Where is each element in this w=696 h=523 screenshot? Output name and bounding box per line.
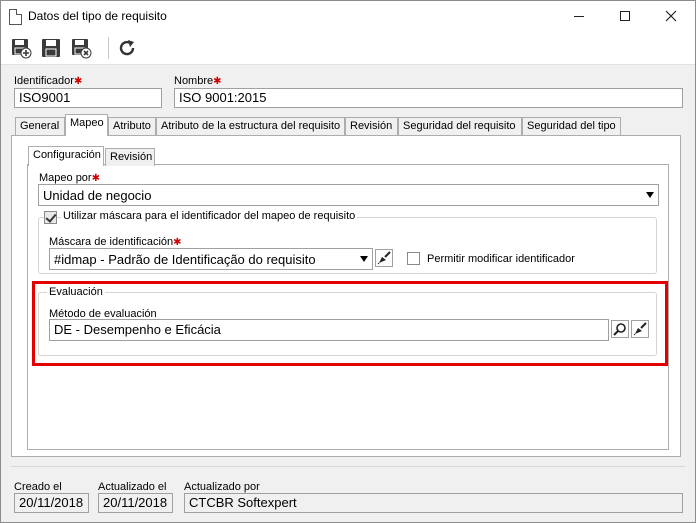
nombre-label: Nombre✱ — [174, 75, 222, 87]
chevron-down-icon — [360, 256, 368, 262]
toolbar — [1, 31, 695, 65]
save-icon — [42, 39, 60, 57]
tab-atributo-estructura[interactable]: Atributo de la estructura del requisito — [156, 117, 345, 135]
save-button[interactable] — [39, 36, 63, 60]
save-plus-icon — [12, 39, 32, 59]
mapeo-por-value: Unidad de negocio — [43, 188, 152, 203]
permitir-checkbox[interactable] — [407, 252, 420, 265]
nombre-field[interactable]: ISO 9001:2015 — [174, 88, 683, 108]
save-new-button[interactable] — [9, 36, 33, 60]
maximize-button[interactable] — [602, 1, 648, 31]
permitir-label: Permitir modificar identificador — [427, 253, 575, 265]
title-bar: Datos del tipo de requisito — [1, 1, 695, 31]
mapeo-por-select[interactable]: Unidad de negocio — [38, 184, 659, 206]
chevron-down-icon — [646, 192, 654, 198]
actualizado-label: Actualizado el — [98, 481, 167, 493]
required-icon: ✱ — [73, 76, 83, 87]
mask-checkbox-label: Utilizar máscara para el identificador d… — [61, 210, 358, 222]
actualizado-field: 20/11/2018 — [98, 493, 173, 513]
mascara-label: Máscara de identificación✱ — [49, 236, 182, 248]
minimize-icon — [574, 15, 584, 17]
creado-label: Creado el — [14, 481, 62, 493]
mapeo-por-label: Mapeo por✱ — [39, 172, 100, 184]
tab-mapeo[interactable]: Mapeo — [65, 114, 108, 136]
mascara-clear-button[interactable] — [375, 249, 393, 267]
mascara-select[interactable]: #idmap - Padrão de Identificação do requ… — [49, 248, 373, 270]
mascara-value: #idmap - Padrão de Identificação do requ… — [54, 252, 316, 267]
subtab-revision[interactable]: Revisión — [105, 148, 155, 166]
footer-separator — [11, 466, 685, 467]
tab-atributo[interactable]: Atributo — [108, 117, 156, 135]
identificador-field[interactable]: ISO9001 — [14, 88, 162, 108]
maximize-icon — [620, 11, 630, 21]
minimize-button[interactable] — [556, 1, 602, 31]
required-icon: ✱ — [91, 173, 100, 184]
eraser-icon — [377, 251, 391, 265]
tab-general[interactable]: General — [15, 117, 65, 135]
refresh-icon — [119, 40, 135, 56]
close-icon — [665, 10, 677, 22]
required-icon: ✱ — [213, 76, 222, 87]
actualizado-por-field: CTCBR Softexpert — [184, 493, 683, 513]
save-close-button[interactable] — [69, 36, 93, 60]
highlight-box — [32, 281, 668, 366]
subtab-configuracion[interactable]: Configuración — [28, 146, 104, 166]
dialog-window: Datos del tipo de requisito Identificado… — [0, 0, 696, 523]
toolbar-separator — [108, 37, 109, 59]
save-close-icon — [72, 39, 92, 59]
document-icon — [9, 9, 22, 25]
tab-seguridad-tipo[interactable]: Seguridad del tipo — [522, 117, 621, 135]
tab-seguridad-requisito[interactable]: Seguridad del requisito — [398, 117, 522, 135]
close-button[interactable] — [648, 1, 694, 31]
window-title: Datos del tipo de requisito — [28, 9, 167, 23]
refresh-button[interactable] — [115, 36, 139, 60]
required-icon: ✱ — [173, 237, 182, 248]
tab-revision[interactable]: Revisión — [345, 117, 398, 135]
mask-checkbox[interactable] — [44, 211, 57, 224]
actualizado-por-label: Actualizado por — [184, 481, 260, 493]
creado-field: 20/11/2018 — [14, 493, 89, 513]
identificador-label: Identificador✱ — [14, 75, 83, 87]
